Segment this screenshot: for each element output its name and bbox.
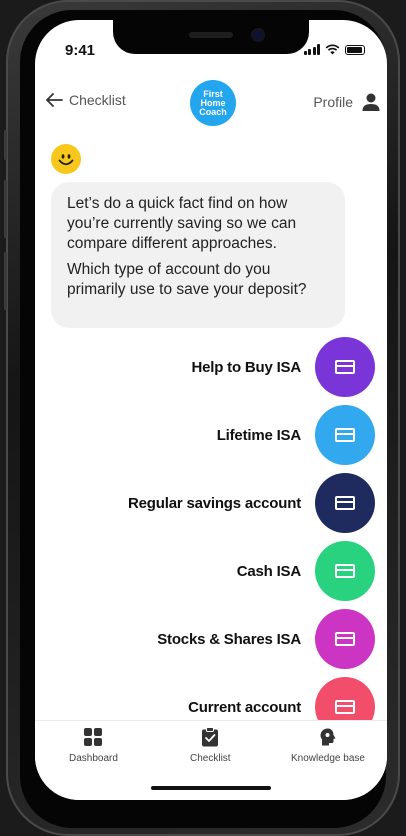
volume-down-button bbox=[4, 252, 7, 310]
option-label: Help to Buy ISA bbox=[191, 358, 301, 376]
coach-message-bubble: Let’s do a quick fact find on how you’re… bbox=[51, 182, 345, 328]
option-regular-savings-account[interactable]: Regular savings account bbox=[128, 472, 375, 534]
option-button[interactable] bbox=[315, 405, 375, 465]
option-label: Cash ISA bbox=[236, 562, 301, 580]
notch bbox=[113, 20, 309, 54]
status-time: 9:41 bbox=[65, 42, 96, 59]
option-cash-isa[interactable]: Cash ISA bbox=[237, 540, 375, 602]
back-button[interactable]: Checklist bbox=[45, 92, 126, 108]
tab-label: Knowledge base bbox=[291, 753, 365, 764]
option-help-to-buy-isa[interactable]: Help to Buy ISA bbox=[191, 336, 375, 398]
option-label: Current account bbox=[188, 698, 301, 716]
clipboard-check-icon bbox=[202, 727, 219, 747]
person-icon bbox=[362, 93, 380, 111]
card-icon bbox=[335, 700, 355, 714]
mute-switch bbox=[4, 130, 7, 160]
status-icons bbox=[303, 44, 365, 55]
camera bbox=[253, 30, 263, 40]
logo-text: First Home Coach bbox=[199, 88, 227, 117]
volume-up-button bbox=[4, 180, 7, 238]
screen: 9:41 Checklist First Home Coach Profile bbox=[35, 20, 387, 800]
option-button[interactable] bbox=[315, 541, 375, 601]
option-label: Lifetime ISA bbox=[216, 426, 301, 444]
arrow-left-icon bbox=[46, 93, 63, 107]
tab-checklist[interactable]: Checklist bbox=[190, 727, 231, 764]
coach-avatar-smiley-icon bbox=[51, 144, 81, 174]
profile-label: Profile bbox=[313, 94, 353, 110]
home-indicator[interactable] bbox=[151, 786, 271, 790]
card-icon bbox=[335, 632, 355, 646]
tab-knowledge-base[interactable]: Knowledge base bbox=[291, 727, 365, 764]
message-line: Let’s do a quick fact find on how you’re… bbox=[67, 195, 297, 252]
back-label: Checklist bbox=[69, 92, 126, 108]
option-button[interactable] bbox=[315, 609, 375, 669]
option-label: Regular savings account bbox=[128, 494, 301, 512]
grid-icon bbox=[84, 728, 103, 746]
tab-dashboard[interactable]: Dashboard bbox=[69, 727, 118, 764]
card-icon bbox=[335, 360, 355, 374]
wifi-icon bbox=[325, 44, 340, 55]
smiley-icon bbox=[58, 154, 74, 166]
first-home-coach-logo: First Home Coach bbox=[190, 80, 236, 126]
option-stocks-and-shares-isa[interactable]: Stocks & Shares ISA bbox=[157, 608, 375, 670]
header: Checklist First Home Coach Profile bbox=[35, 80, 387, 140]
speaker bbox=[189, 32, 233, 38]
tab-label: Dashboard bbox=[69, 753, 118, 764]
card-icon bbox=[335, 564, 355, 578]
message-question: Which type of account do you primarily u… bbox=[67, 261, 307, 298]
card-icon bbox=[335, 496, 355, 510]
option-label: Stocks & Shares ISA bbox=[157, 630, 301, 648]
card-icon bbox=[335, 428, 355, 442]
option-button[interactable] bbox=[315, 337, 375, 397]
tab-label: Checklist bbox=[190, 753, 231, 764]
head-icon bbox=[320, 728, 336, 746]
signal-icon bbox=[303, 44, 320, 55]
option-lifetime-isa[interactable]: Lifetime ISA bbox=[217, 404, 375, 466]
profile-button[interactable]: Profile bbox=[313, 92, 381, 112]
battery-icon bbox=[345, 44, 365, 55]
option-button[interactable] bbox=[315, 473, 375, 533]
